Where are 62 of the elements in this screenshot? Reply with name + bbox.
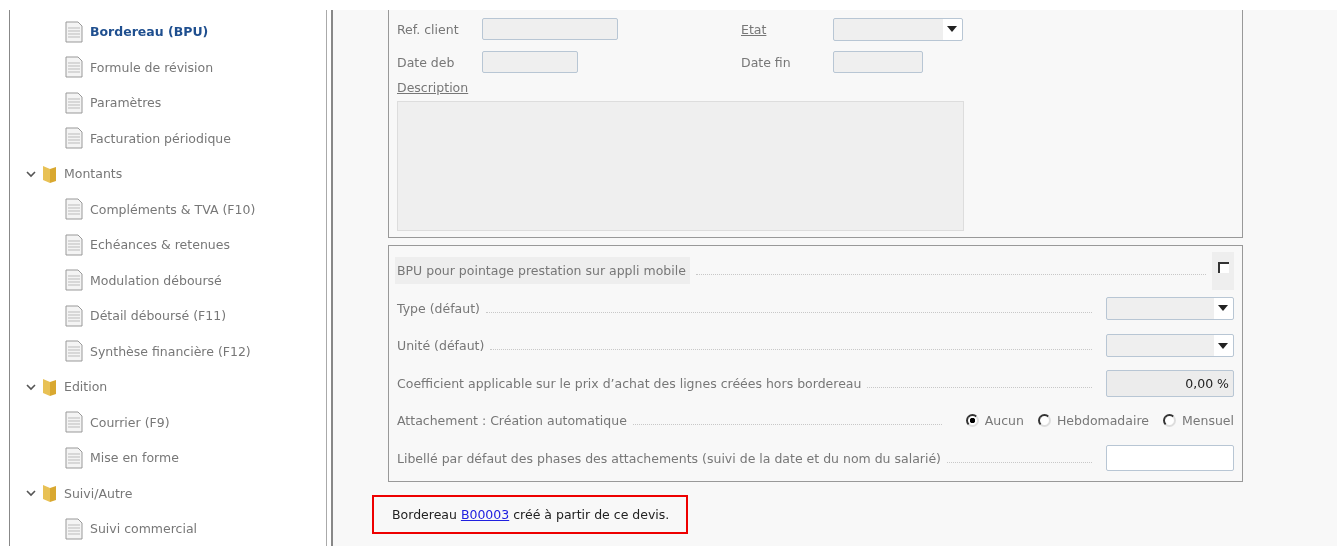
document-icon bbox=[64, 340, 84, 363]
caret-icon bbox=[1218, 342, 1228, 349]
folder-icon bbox=[42, 376, 58, 397]
document-icon bbox=[64, 91, 84, 114]
chevron-icon[interactable] bbox=[26, 489, 36, 498]
radio-option[interactable]: Aucun bbox=[965, 413, 1024, 429]
document-icon bbox=[64, 304, 84, 327]
dropdown[interactable] bbox=[833, 17, 963, 41]
setting-label: Type (défaut) bbox=[396, 299, 480, 318]
field-label: Date deb bbox=[397, 54, 455, 70]
document-icon bbox=[64, 411, 84, 434]
checkbox[interactable] bbox=[1212, 251, 1234, 290]
chevron-icon[interactable] bbox=[26, 382, 36, 391]
document-icon bbox=[64, 198, 84, 221]
message-text: Bordereau B00003 créé à partir de ce devis. bbox=[372, 495, 689, 534]
tree-folder[interactable]: Edition bbox=[64, 379, 108, 395]
tree-item[interactable]: Détail déboursé (F11) bbox=[90, 308, 227, 324]
tree-item[interactable]: Facturation périodique bbox=[90, 130, 231, 146]
folder-icon bbox=[42, 163, 58, 184]
setting-label: Libellé par défaut des phases des attachements (suivi de la date et du nom du salarié) bbox=[396, 449, 941, 468]
radio-option[interactable]: Hebdomadaire bbox=[1037, 413, 1149, 429]
dropdown[interactable] bbox=[1106, 334, 1234, 358]
tree-item[interactable]: Synthèse financière (F12) bbox=[90, 343, 251, 359]
setting-label: Unité (défaut) bbox=[396, 337, 485, 356]
setting-label: Attachement : Création automatique bbox=[396, 412, 627, 431]
document-icon bbox=[64, 446, 84, 469]
chevron-icon[interactable] bbox=[26, 169, 36, 178]
tree-item[interactable]: Formule de révision bbox=[90, 59, 214, 75]
folder-icon bbox=[42, 483, 58, 504]
bordereau-link[interactable]: B00003 bbox=[460, 507, 510, 522]
input-field[interactable] bbox=[482, 18, 618, 40]
document-icon bbox=[64, 269, 84, 292]
tree-item[interactable]: Compléments & TVA (F10) bbox=[90, 201, 256, 217]
tree-item[interactable]: Courrier (F9) bbox=[90, 414, 170, 430]
field-label: Ref. client bbox=[397, 21, 459, 37]
input-field[interactable] bbox=[1106, 445, 1234, 472]
document-icon bbox=[64, 20, 84, 43]
input-field[interactable] bbox=[482, 51, 578, 73]
description-field[interactable] bbox=[397, 101, 964, 231]
field-label: Date fin bbox=[741, 54, 791, 70]
input-field[interactable] bbox=[833, 51, 923, 73]
radio-option[interactable]: Mensuel bbox=[1163, 413, 1234, 429]
tree-item[interactable]: Bordereau (BPU) bbox=[90, 24, 209, 40]
document-icon bbox=[64, 233, 84, 256]
tree-folder[interactable]: Montants bbox=[64, 166, 123, 182]
dropdown[interactable] bbox=[1106, 296, 1234, 320]
caret-icon bbox=[947, 26, 957, 32]
tree-item[interactable]: Echéances & retenues bbox=[90, 237, 230, 253]
tree-item[interactable]: Mise en forme bbox=[90, 450, 179, 466]
document-icon bbox=[64, 517, 84, 540]
caret-icon bbox=[1218, 305, 1228, 312]
tree-item[interactable]: Paramètres bbox=[90, 95, 162, 111]
field-label[interactable]: Description bbox=[397, 80, 469, 95]
tree-item[interactable]: Modulation déboursé bbox=[90, 272, 222, 288]
tree-folder[interactable]: Suivi/Autre bbox=[64, 485, 133, 501]
field-label[interactable]: Etat bbox=[741, 21, 767, 37]
setting-label: BPU pour pointage prestation sur appli mobile bbox=[395, 257, 690, 285]
tree-item[interactable]: Suivi commercial bbox=[90, 521, 198, 537]
coefficient-field[interactable]: 0,00 % bbox=[1106, 369, 1234, 397]
document-icon bbox=[64, 127, 84, 150]
document-icon bbox=[64, 56, 84, 79]
setting-label: Coefficient applicable sur le prix d’achat des lignes créées hors bordereau bbox=[396, 374, 862, 393]
